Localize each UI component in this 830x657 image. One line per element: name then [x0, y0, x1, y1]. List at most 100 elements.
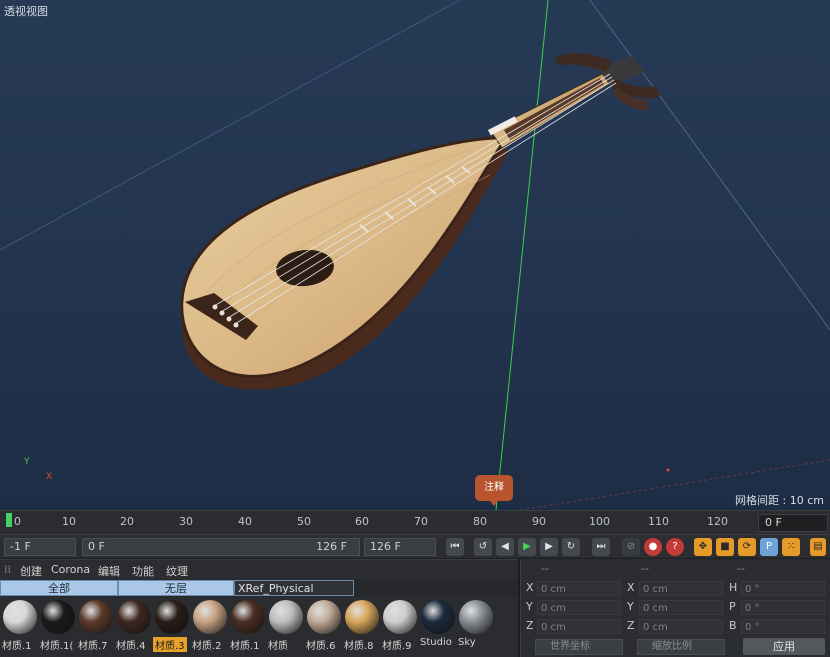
tab-xref-physical[interactable]: XRef_Physical Render	[234, 580, 354, 611]
material-preview	[383, 600, 417, 634]
rot-h-label: H	[729, 581, 738, 594]
material-label: Sky	[458, 637, 476, 648]
pos-y-label: Y	[526, 600, 533, 613]
material-swatch[interactable]: 材质.3	[153, 599, 191, 655]
rot-p-label: P	[729, 600, 736, 613]
axis-y-label: Y	[24, 457, 30, 467]
prev-key-button[interactable]: ↺	[474, 538, 492, 556]
material-swatch[interactable]: 材质.6	[305, 599, 343, 655]
annotation-tag[interactable]: 注释	[475, 475, 513, 506]
playhead[interactable]	[6, 513, 12, 527]
material-preview	[307, 600, 341, 634]
material-swatch[interactable]: 材质.4	[115, 599, 153, 655]
pos-z-field[interactable]: 0 cm	[537, 619, 621, 634]
rot-b-label: B	[729, 619, 737, 632]
material-preview	[41, 600, 75, 634]
material-swatch[interactable]: 材质.1	[1, 599, 39, 655]
goto-end-button[interactable]: ⏭	[592, 538, 610, 556]
timeline-tick: 90	[532, 515, 546, 528]
rot-p-field[interactable]: 0 °	[741, 600, 825, 615]
tab-no-layer[interactable]: 无层	[118, 580, 234, 596]
material-label: 材质	[268, 641, 288, 652]
range-start-label: 0 F	[88, 540, 105, 553]
auto-key-button[interactable]: ?	[666, 538, 684, 556]
material-list: 材质.1 材质.1(材质.7 材质.4 材质.3 材质.2 材质.1 材质 材质.6 材质.8 材…	[0, 597, 518, 657]
grid-line	[589, 0, 830, 331]
timeline-tick: 110	[648, 515, 669, 528]
next-frame-button[interactable]: ▶	[540, 538, 558, 556]
material-preview	[421, 600, 455, 634]
size-y-field[interactable]: 0 cm	[639, 600, 723, 615]
material-label: 材质.1	[230, 641, 260, 652]
size-x-field[interactable]: 0 cm	[639, 581, 723, 596]
play-button[interactable]: ▶	[518, 538, 536, 556]
coord-header: --	[541, 562, 549, 575]
timeline-ruler[interactable]: 0 10 20 30 40 50 60 70 80 90 100 110 120…	[0, 510, 830, 534]
param-key-icon[interactable]: P	[760, 538, 778, 556]
material-swatch[interactable]: 材质.8	[343, 599, 381, 655]
grid-spacing-label: 网格间距 : 10 cm	[735, 494, 824, 507]
material-swatch[interactable]: 材质.9	[381, 599, 419, 655]
current-frame-field[interactable]: 0 F	[758, 514, 828, 532]
material-swatch[interactable]: 材质	[267, 599, 305, 655]
menu-edit[interactable]: 编辑	[98, 563, 120, 579]
material-swatch[interactable]: Studio	[419, 599, 457, 655]
material-preview	[231, 600, 265, 634]
apply-button[interactable]: 应用	[743, 638, 825, 655]
timeline-tick: 60	[355, 515, 369, 528]
pos-x-field[interactable]: 0 cm	[537, 581, 621, 596]
frame-range-slider[interactable]: 0 F 126 F	[82, 538, 360, 556]
material-preview	[79, 600, 113, 634]
rotate-key-icon[interactable]: ⟳	[738, 538, 756, 556]
perspective-viewport[interactable]: 透视视图 Y X 注释 网格间距 : 10 cm	[0, 0, 830, 510]
y-axis-line	[495, 0, 549, 510]
material-layer-tabs: 全部 无层 XRef_Physical Render	[0, 579, 518, 611]
material-preview	[117, 600, 151, 634]
rot-h-field[interactable]: 0 °	[741, 581, 825, 596]
timeline-icon[interactable]: ▤	[810, 538, 826, 556]
scale-dropdown[interactable]: 缩放比例	[637, 639, 725, 655]
record-lock-icon[interactable]: ⊘	[622, 538, 640, 556]
timeline-tick: 40	[238, 515, 252, 528]
material-label: Studio	[420, 637, 452, 648]
next-key-button[interactable]: ↻	[562, 538, 580, 556]
material-swatch[interactable]: 材质.1(	[39, 599, 77, 655]
pos-z-label: Z	[526, 619, 534, 632]
timeline-tick: 100	[589, 515, 610, 528]
material-label: 材质.8	[344, 641, 374, 652]
material-swatch[interactable]: 材质.7	[77, 599, 115, 655]
max-frame-field[interactable]: 126 F	[364, 538, 436, 556]
material-preview	[269, 600, 303, 634]
material-preview	[3, 600, 37, 634]
material-label: 材质.1(	[40, 641, 74, 652]
menu-corona[interactable]: Corona	[51, 563, 90, 576]
size-z-field[interactable]: 0 cm	[639, 619, 723, 634]
rot-b-field[interactable]: 0 °	[741, 619, 825, 634]
timeline-tick: 30	[179, 515, 193, 528]
tab-all[interactable]: 全部	[0, 580, 118, 596]
min-frame-field[interactable]: -1 F	[4, 538, 76, 556]
goto-start-button[interactable]: ⏮	[446, 538, 464, 556]
pos-y-field[interactable]: 0 cm	[537, 600, 621, 615]
material-preview	[345, 600, 379, 634]
material-label: 材质.7	[78, 641, 108, 652]
prev-frame-button[interactable]: ◀	[496, 538, 514, 556]
material-preview	[459, 600, 493, 634]
material-swatch[interactable]: 材质.2	[191, 599, 229, 655]
timeline-tick: 80	[473, 515, 487, 528]
range-end-label: 126 F	[316, 540, 347, 553]
scale-key-icon[interactable]: ■	[716, 538, 734, 556]
timeline-tick: 120	[707, 515, 728, 528]
point-level-icon[interactable]: ⁙	[782, 538, 800, 556]
world-coordinates-dropdown[interactable]: 世界坐标	[535, 639, 623, 655]
material-swatch[interactable]: Sky	[457, 599, 495, 655]
menu-function[interactable]: 功能	[132, 563, 154, 579]
material-swatch[interactable]: 材质.1	[229, 599, 267, 655]
coord-header: --	[641, 562, 649, 575]
timeline-tick: 10	[62, 515, 76, 528]
record-button[interactable]: ●	[644, 538, 662, 556]
move-key-icon[interactable]: ✥	[694, 538, 712, 556]
pos-x-label: X	[526, 581, 534, 594]
menu-create[interactable]: 创建	[20, 563, 42, 579]
menu-texture[interactable]: 纹理	[166, 563, 188, 579]
